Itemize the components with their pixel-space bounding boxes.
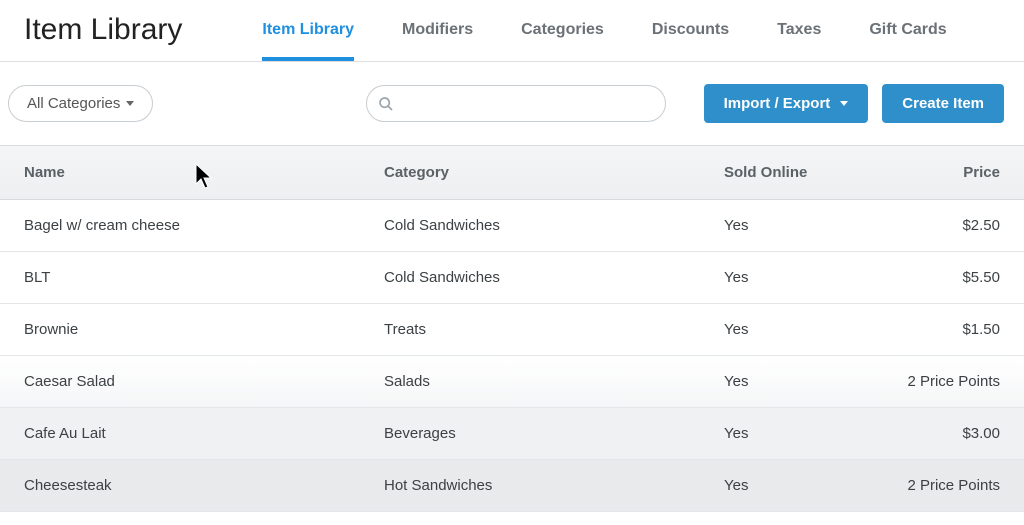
tab-modifiers[interactable]: Modifiers [402,0,473,61]
cell-price: $2.50 [884,217,1000,234]
cell-price: $1.50 [884,321,1000,338]
toolbar: All Categories Import / Export Create It… [0,62,1024,145]
table-row[interactable]: BLT Cold Sandwiches Yes $5.50 [0,252,1024,304]
tab-label: Item Library [262,21,354,39]
chevron-down-icon [840,101,848,106]
create-item-button[interactable]: Create Item [882,84,1004,123]
table-header: Name Category Sold Online Price [0,145,1024,200]
header-bar: Item Library Item Library Modifiers Cate… [0,0,1024,62]
page-title: Item Library [24,13,182,61]
cell-name: Bagel w/ cream cheese [24,217,384,234]
cell-price: 2 Price Points [884,477,1000,494]
cell-price: $3.00 [884,425,1000,442]
tab-label: Modifiers [402,21,473,39]
search-wrap [366,85,666,122]
cell-sold-online: Yes [724,269,884,286]
cell-name: Cafe Au Lait [24,425,384,442]
tab-item-library[interactable]: Item Library [262,0,354,61]
button-label: Import / Export [724,95,831,112]
col-header-category[interactable]: Category [384,164,724,181]
fade-region: Caesar Salad Salads Yes 2 Price Points C… [0,356,1024,512]
cell-sold-online: Yes [724,217,884,234]
col-header-price[interactable]: Price [884,164,1000,181]
table-row[interactable]: Cafe Au Lait Beverages Yes $3.00 [0,408,1024,460]
category-filter-dropdown[interactable]: All Categories [8,85,153,122]
cell-sold-online: Yes [724,321,884,338]
table-row[interactable]: Caesar Salad Salads Yes 2 Price Points [0,356,1024,408]
items-table: Name Category Sold Online Price Bagel w/… [0,145,1024,512]
cell-name: Brownie [24,321,384,338]
table-row[interactable]: Cheesesteak Hot Sandwiches Yes 2 Price P… [0,460,1024,512]
cell-sold-online: Yes [724,373,884,390]
cell-category: Beverages [384,425,724,442]
cell-category: Hot Sandwiches [384,477,724,494]
tab-label: Taxes [777,21,821,39]
cell-sold-online: Yes [724,425,884,442]
search-icon [378,96,394,112]
cell-category: Treats [384,321,724,338]
chevron-down-icon [126,101,134,106]
tab-label: Categories [521,21,604,39]
col-header-sold-online[interactable]: Sold Online [724,164,884,181]
cell-sold-online: Yes [724,477,884,494]
cell-price: $5.50 [884,269,1000,286]
table-row[interactable]: Bagel w/ cream cheese Cold Sandwiches Ye… [0,200,1024,252]
tab-categories[interactable]: Categories [521,0,604,61]
button-label: Create Item [902,95,984,112]
table-row[interactable]: Brownie Treats Yes $1.50 [0,304,1024,356]
filter-label: All Categories [27,95,120,112]
cell-name: BLT [24,269,384,286]
tabs: Item Library Modifiers Categories Discou… [262,0,946,61]
tab-discounts[interactable]: Discounts [652,0,729,61]
import-export-button[interactable]: Import / Export [704,84,869,123]
cell-name: Cheesesteak [24,477,384,494]
cell-category: Salads [384,373,724,390]
tab-label: Gift Cards [869,21,946,39]
cell-category: Cold Sandwiches [384,269,724,286]
col-header-name[interactable]: Name [24,164,384,181]
cell-category: Cold Sandwiches [384,217,724,234]
tab-gift-cards[interactable]: Gift Cards [869,0,946,61]
tab-taxes[interactable]: Taxes [777,0,821,61]
tab-label: Discounts [652,21,729,39]
cell-name: Caesar Salad [24,373,384,390]
cell-price: 2 Price Points [884,373,1000,390]
search-input[interactable] [366,85,666,122]
